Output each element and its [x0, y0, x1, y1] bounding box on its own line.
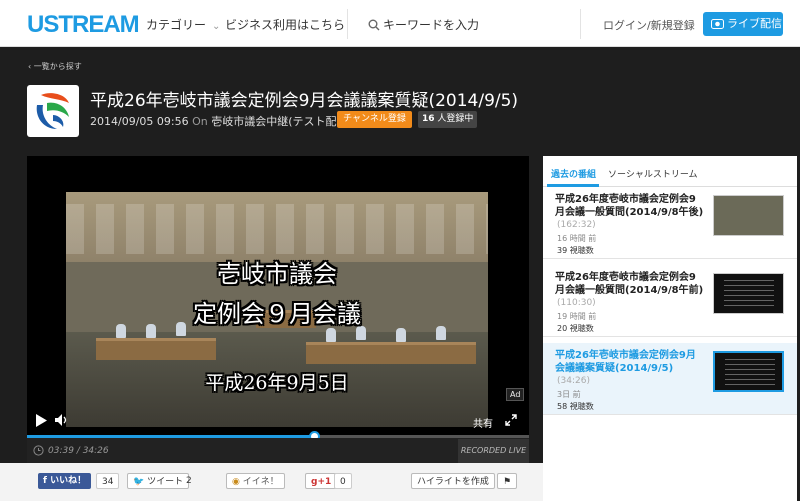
video-caption-line1: 壱岐市議会	[217, 260, 337, 288]
subscriber-count-badge: 16 人登録中	[418, 111, 478, 128]
search-icon	[368, 19, 380, 31]
related-videos-panel: 過去の番組 ソーシャルストリーム 平成26年度壱岐市議会定例会9月会議一般質問(…	[543, 156, 797, 501]
video-thumbnail[interactable]	[713, 273, 784, 314]
category-label: カテゴリー	[146, 18, 207, 32]
volume-icon	[55, 414, 67, 426]
like-count: 34	[96, 473, 120, 489]
item-time-ago: 16 時間 前	[557, 234, 597, 243]
item-title[interactable]: 平成26年度壱岐市議会定例会9月会議一般質問(2014/9/8午後)	[555, 193, 705, 219]
twitter-icon: 🐦	[133, 477, 145, 487]
video-player[interactable]: 壱岐市議会 定例会９月会議 平成26年9月5日 Ad 共有 03:39 / 34…	[27, 156, 529, 463]
item-title[interactable]: 平成26年壱岐市議会定例会9月会議議案質疑(2014/9/5)	[555, 349, 705, 375]
flag-icon: ⚑	[503, 477, 512, 487]
item-duration: (34:26)	[557, 376, 590, 386]
video-person	[326, 328, 336, 342]
camera-icon	[711, 19, 724, 29]
page-title: 平成26年壱岐市議会定例会9月会議議案質疑(2014/9/5)	[90, 91, 519, 111]
back-to-list-link[interactable]: ‹ 一覧から探す	[28, 61, 82, 72]
broadcast-datetime: 2014/09/05 09:56	[90, 115, 189, 128]
video-ceiling	[66, 192, 488, 262]
play-button[interactable]	[35, 414, 47, 430]
mixi-label: イイネ！	[242, 477, 279, 487]
tweet-label: ツイート	[147, 477, 184, 487]
fullscreen-icon	[505, 414, 517, 426]
item-title[interactable]: 平成26年度壱岐市議会定例会9月会議一般質問(2014/9/8午前)	[555, 271, 705, 297]
tab-social-stream[interactable]: ソーシャルストリーム	[608, 167, 698, 180]
clock-icon	[33, 445, 44, 456]
report-button[interactable]: ⚑	[497, 473, 518, 489]
search-input[interactable]: キーワードを入力	[368, 16, 479, 33]
video-thumbnail[interactable]	[713, 351, 784, 392]
list-item[interactable]: 平成26年度壱岐市議会定例会9月会議一般質問(2014/9/8午後) (162:…	[543, 187, 797, 259]
video-caption-line3: 平成26年9月5日	[205, 372, 349, 394]
item-view-count: 58 視聴数	[557, 402, 594, 411]
list-item[interactable]: 平成26年度壱岐市議会定例会9月会議一般質問(2014/9/8午前) (110:…	[543, 265, 797, 337]
channel-name-link[interactable]: 壱岐市議会中継(テスト配信)	[211, 115, 352, 128]
video-desk	[306, 342, 476, 364]
video-caption-line2: 定例会９月会議	[193, 300, 361, 328]
video-desk	[96, 338, 216, 360]
divider	[347, 9, 348, 39]
live-broadcast-button[interactable]: ライブ配信	[703, 12, 783, 36]
tab-past-programs[interactable]: 過去の番組	[546, 167, 600, 187]
create-highlight-button[interactable]: ハイライトを作成	[411, 473, 495, 489]
list-item[interactable]: 平成26年壱岐市議会定例会9月会議議案質疑(2014/9/5) (34:26) …	[543, 343, 797, 415]
facebook-icon: f	[43, 476, 51, 486]
business-link[interactable]: ビジネス利用はこちら	[225, 16, 345, 33]
item-time-ago: 19 時間 前	[557, 312, 597, 321]
top-navigation-bar: USTREAM カテゴリー ⌄ ビジネス利用はこちら キーワードを入力 ログイン/…	[0, 0, 800, 47]
google-plus-count: 0	[334, 473, 352, 489]
mixi-icon: ◉	[232, 477, 240, 487]
category-menu[interactable]: カテゴリー ⌄	[146, 16, 220, 33]
video-person	[396, 328, 406, 342]
item-time-ago: 3日 前	[557, 390, 581, 399]
divider	[580, 9, 581, 39]
share-button[interactable]: 共有	[473, 415, 493, 430]
item-duration: (162:32)	[557, 220, 596, 230]
mixi-like-button[interactable]: ◉ イイネ！	[226, 473, 285, 489]
volume-button[interactable]	[55, 414, 69, 429]
social-bar: f いいね！ 34 🐦 ツイート 2 ◉ イイネ！ g+1 0 ハイライトを作成…	[0, 463, 543, 501]
subscribe-button[interactable]: チャンネル登録	[337, 111, 412, 128]
player-status-bar: 03:39 / 34:26 RECORDED LIVE	[27, 438, 529, 463]
channel-logo[interactable]	[27, 85, 79, 137]
recorded-live-badge: RECORDED LIVE	[458, 439, 529, 463]
facebook-like-button[interactable]: f いいね！	[38, 473, 92, 489]
fullscreen-button[interactable]	[505, 414, 517, 429]
on-label: On	[192, 115, 208, 128]
google-plus-button[interactable]: g+1	[305, 473, 338, 489]
playback-time: 03:39 / 34:26	[48, 446, 109, 456]
ustream-logo[interactable]: USTREAM	[27, 11, 140, 39]
tweet-count: 2	[186, 476, 192, 486]
item-duration: (110:30)	[557, 298, 596, 308]
video-thumbnail[interactable]	[713, 195, 784, 236]
iki-city-emblem-icon	[36, 93, 69, 129]
like-label: いいね！	[50, 476, 87, 486]
chevron-down-icon: ⌄	[212, 21, 221, 32]
tweet-button[interactable]: 🐦 ツイート	[127, 473, 190, 489]
item-view-count: 39 視聴数	[557, 246, 594, 255]
search-placeholder: キーワードを入力	[383, 18, 480, 32]
sidebar-tabs: 過去の番組 ソーシャルストリーム	[543, 156, 797, 187]
login-link[interactable]: ログイン/新規登録	[603, 17, 695, 33]
play-icon	[36, 414, 47, 427]
item-view-count: 20 視聴数	[557, 324, 594, 333]
back-link-label: 一覧から探す	[33, 62, 82, 71]
video-frame[interactable]: 壱岐市議会 定例会９月会議 平成26年9月5日	[66, 192, 488, 427]
broadcast-meta: 2014/09/05 09:56 On 壱岐市議会中継(テスト配信)	[90, 113, 352, 129]
subscriber-suffix: 人登録中	[437, 114, 474, 124]
subscriber-count: 16	[422, 114, 435, 124]
ad-badge[interactable]: Ad	[506, 388, 525, 401]
live-button-label: ライブ配信	[727, 17, 782, 30]
